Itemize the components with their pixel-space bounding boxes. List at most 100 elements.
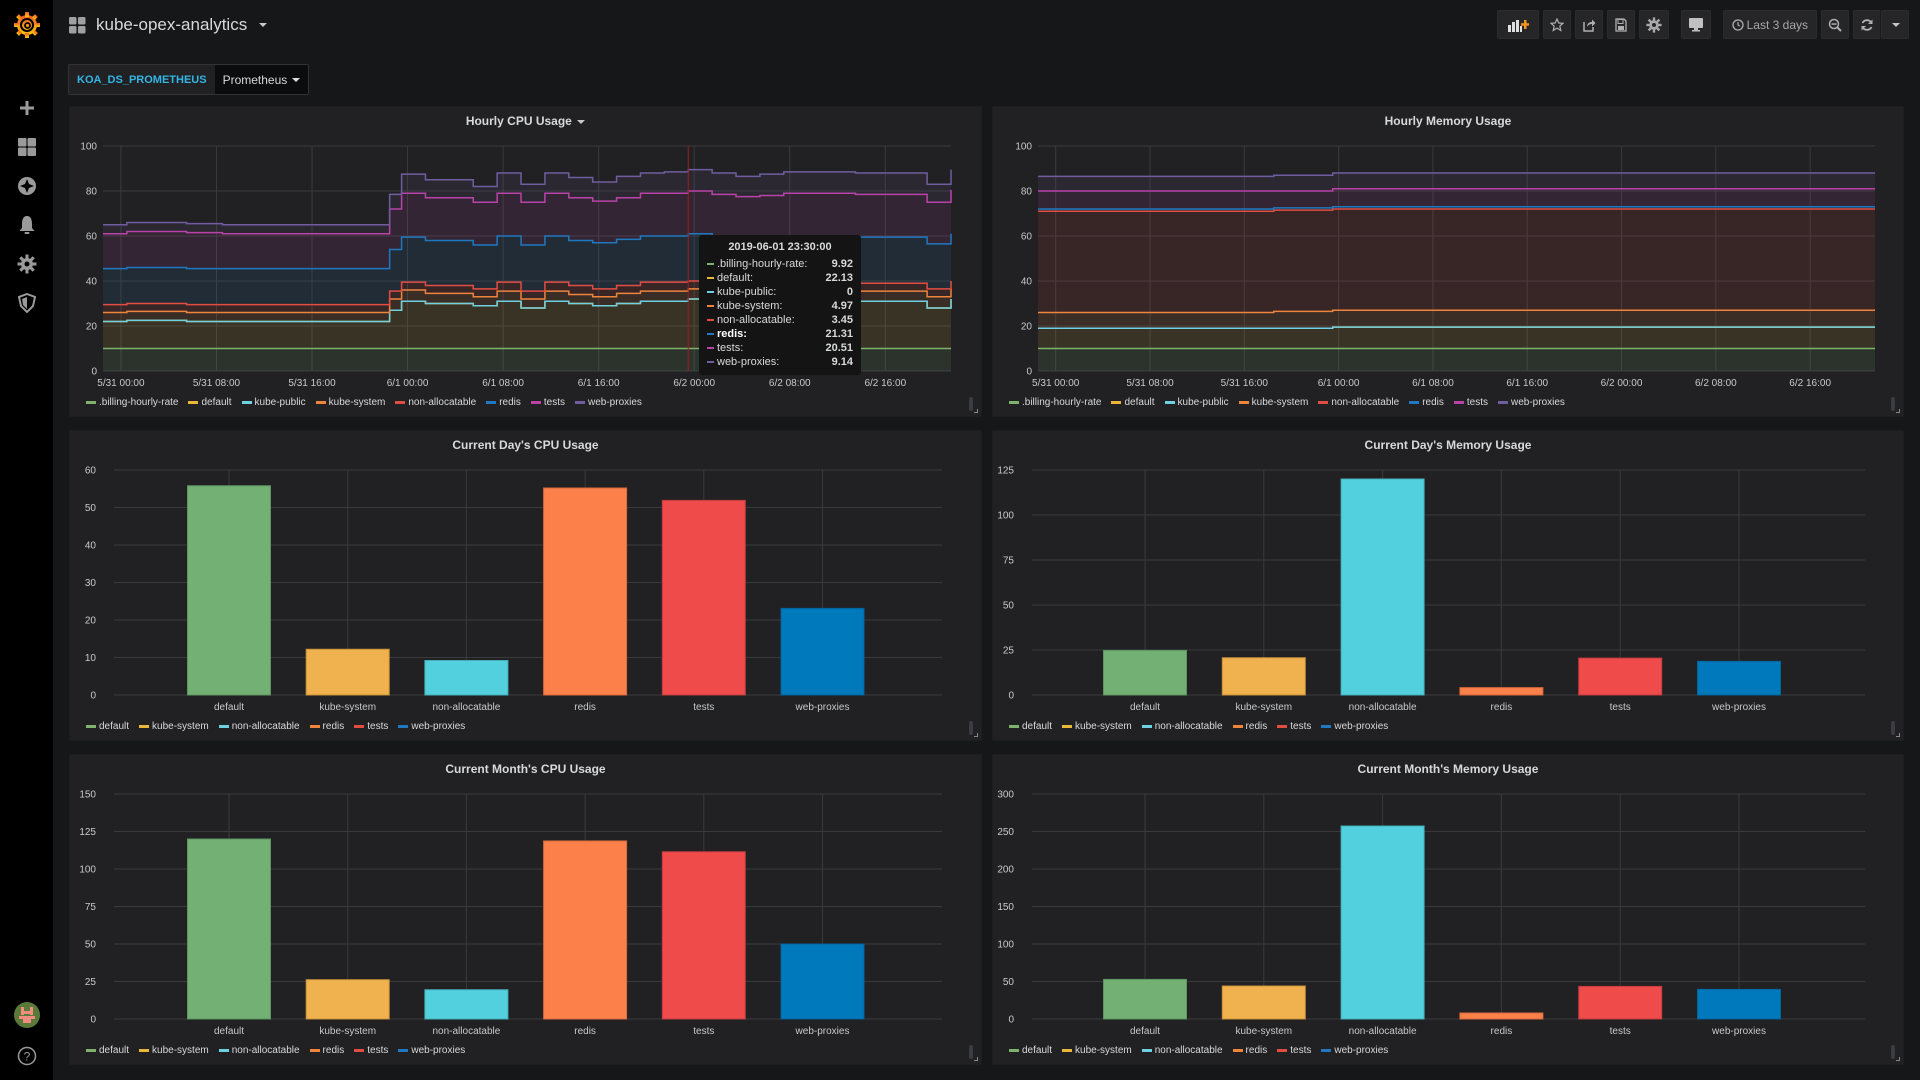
legend-item[interactable]: .billing-hourly-rate <box>86 397 178 408</box>
refresh-icon <box>1861 18 1873 31</box>
legend-item[interactable]: redis <box>309 1045 344 1056</box>
current-day-memory-chart[interactable]: 0 25 50 75 100 125 default kube-system non-alloc… <box>993 431 1905 742</box>
legend-item[interactable]: non-allocatable <box>218 721 300 732</box>
legend-scrollbar[interactable] <box>1891 1045 1895 1059</box>
save-dashboard-button[interactable] <box>1606 10 1635 39</box>
legend-item[interactable]: kube-system <box>1062 721 1132 732</box>
hourly-memory-chart[interactable]: 0 20 40 60 80 100 5/31 00:00 5/31 08:00 5/31 16:… <box>993 107 1905 418</box>
dashboard-picker[interactable]: kube-opex-analytics <box>69 15 268 35</box>
sidemenu-create[interactable] <box>0 88 53 127</box>
current-month-memory-chart[interactable]: 0 50 100 150 200 250 300 default kube-system non-… <box>993 755 1905 1066</box>
legend-scrollbar[interactable] <box>1891 397 1895 411</box>
legend-item[interactable]: web-proxies <box>1321 1045 1388 1056</box>
help-icon[interactable]: ? <box>17 1046 37 1066</box>
legend-item[interactable]: tests <box>1277 721 1311 732</box>
legend-item[interactable]: redis <box>309 721 344 732</box>
legend-item[interactable]: kube-system <box>1238 397 1308 408</box>
sidemenu-server-admin[interactable] <box>0 283 53 322</box>
x-tick-label: 6/2 08:00 <box>1695 378 1737 389</box>
legend-item[interactable]: kube-public <box>241 397 306 408</box>
tooltip-row: redis: 21.31 <box>707 327 853 341</box>
legend-item[interactable]: default <box>1009 1045 1052 1056</box>
tooltip-value: 21.31 <box>825 328 853 340</box>
legend-item[interactable]: web-proxies <box>1321 721 1388 732</box>
legend-label: .billing-hourly-rate <box>99 397 179 408</box>
current-month-cpu-chart[interactable]: 0 25 50 75 100 125 150 default kube-system non-al… <box>70 755 983 1066</box>
legend-swatch <box>1498 401 1508 404</box>
sidemenu-alerting[interactable] <box>0 205 53 244</box>
legend-item[interactable]: default <box>1009 721 1052 732</box>
legend-item[interactable]: default <box>188 397 232 408</box>
share-dashboard-button[interactable] <box>1574 10 1603 39</box>
zoom-out-button[interactable] <box>1821 10 1849 39</box>
legend-item[interactable]: web-proxies <box>398 721 465 732</box>
tv-mode-button[interactable] <box>1680 10 1711 39</box>
legend-scrollbar[interactable] <box>969 1045 973 1059</box>
legend-item[interactable]: kube-public <box>1164 397 1229 408</box>
panel-hourly-cpu-usage: Hourly CPU Usage 0 20 40 60 80 100 5/31 00:00 5… <box>69 106 982 417</box>
x-tick-label: default <box>214 702 244 713</box>
legend-item[interactable]: kube-system <box>139 1045 209 1056</box>
legend-item[interactable]: tests <box>1277 1045 1311 1056</box>
legend-item[interactable]: redis <box>1409 397 1444 408</box>
legend-swatch <box>1111 401 1122 404</box>
refresh-button[interactable] <box>1853 10 1881 39</box>
legend-item[interactable]: non-allocatable <box>395 397 476 408</box>
legend-scrollbar[interactable] <box>1891 721 1895 735</box>
legend-item[interactable]: tests <box>354 1045 388 1056</box>
legend-item[interactable]: default <box>1111 397 1155 408</box>
add-panel-button[interactable] <box>1496 10 1539 39</box>
bar-default <box>1103 978 1187 1020</box>
panel-resize-handle[interactable] <box>1896 733 1900 737</box>
sidemenu-configuration[interactable] <box>0 244 53 283</box>
legend-item[interactable]: .billing-hourly-rate <box>1009 397 1101 408</box>
legend-item[interactable]: non-allocatable <box>1141 721 1223 732</box>
legend-item[interactable]: tests <box>354 721 388 732</box>
panel-resize-handle[interactable] <box>1896 1057 1900 1061</box>
legend-scrollbar[interactable] <box>969 397 973 411</box>
panel-resize-handle[interactable] <box>974 733 978 737</box>
legend-item[interactable]: kube-system <box>139 721 209 732</box>
legend-item[interactable]: web-proxies <box>575 397 642 408</box>
legend-item[interactable]: redis <box>1232 1045 1267 1056</box>
legend-item[interactable]: kube-system <box>315 397 385 408</box>
user-avatar[interactable] <box>13 1002 40 1028</box>
panel-resize-handle[interactable] <box>974 409 978 413</box>
legend-item[interactable]: non-allocatable <box>218 1045 300 1056</box>
legend-label: kube-public <box>1177 397 1229 408</box>
star-dashboard-button[interactable] <box>1542 10 1571 39</box>
legend-item[interactable]: tests <box>530 397 565 408</box>
legend-item[interactable]: default <box>86 721 129 732</box>
bar-kube-system <box>305 979 390 1020</box>
legend-item[interactable]: kube-system <box>1062 1045 1132 1056</box>
legend-item[interactable]: web-proxies <box>398 1045 465 1056</box>
panel-resize-handle[interactable] <box>1896 409 1900 413</box>
refresh-interval-dropdown[interactable] <box>1881 10 1909 39</box>
legend-item[interactable]: web-proxies <box>1498 397 1565 408</box>
legend-swatch <box>86 401 96 404</box>
y-tick-label: 25 <box>85 977 97 988</box>
legend-swatch <box>315 401 326 404</box>
datasource-variable-dropdown[interactable]: Prometheus <box>214 65 309 94</box>
dashboard-settings-button[interactable] <box>1638 10 1669 39</box>
legend-swatch <box>1141 1049 1152 1052</box>
legend-item[interactable]: redis <box>1232 721 1267 732</box>
legend-item[interactable]: non-allocatable <box>1141 1045 1223 1056</box>
legend-item[interactable]: default <box>86 1045 129 1056</box>
grafana-logo-icon[interactable] <box>12 10 42 40</box>
time-range-picker[interactable]: Last 3 days <box>1722 10 1817 39</box>
legend-item[interactable]: tests <box>1453 397 1488 408</box>
legend-label: web-proxies <box>411 1045 466 1056</box>
panel-current-day-cpu-usage: Current Day's CPU Usage 0 10 20 30 40 50 60 def… <box>69 430 982 741</box>
legend-scrollbar[interactable] <box>969 721 973 735</box>
sidemenu-dashboards[interactable] <box>0 127 53 166</box>
panel-resize-handle[interactable] <box>974 1057 978 1061</box>
current-day-cpu-chart[interactable]: 0 10 20 30 40 50 60 default kube-system non-alloc… <box>70 431 983 742</box>
tooltip-series-name: redis: <box>707 328 747 340</box>
share-icon <box>1582 19 1596 32</box>
legend-item[interactable]: redis <box>486 397 521 408</box>
legend-swatch <box>309 725 320 728</box>
bar-redis <box>543 487 628 696</box>
legend-item[interactable]: non-allocatable <box>1318 397 1399 408</box>
sidemenu-explore[interactable] <box>0 166 53 205</box>
